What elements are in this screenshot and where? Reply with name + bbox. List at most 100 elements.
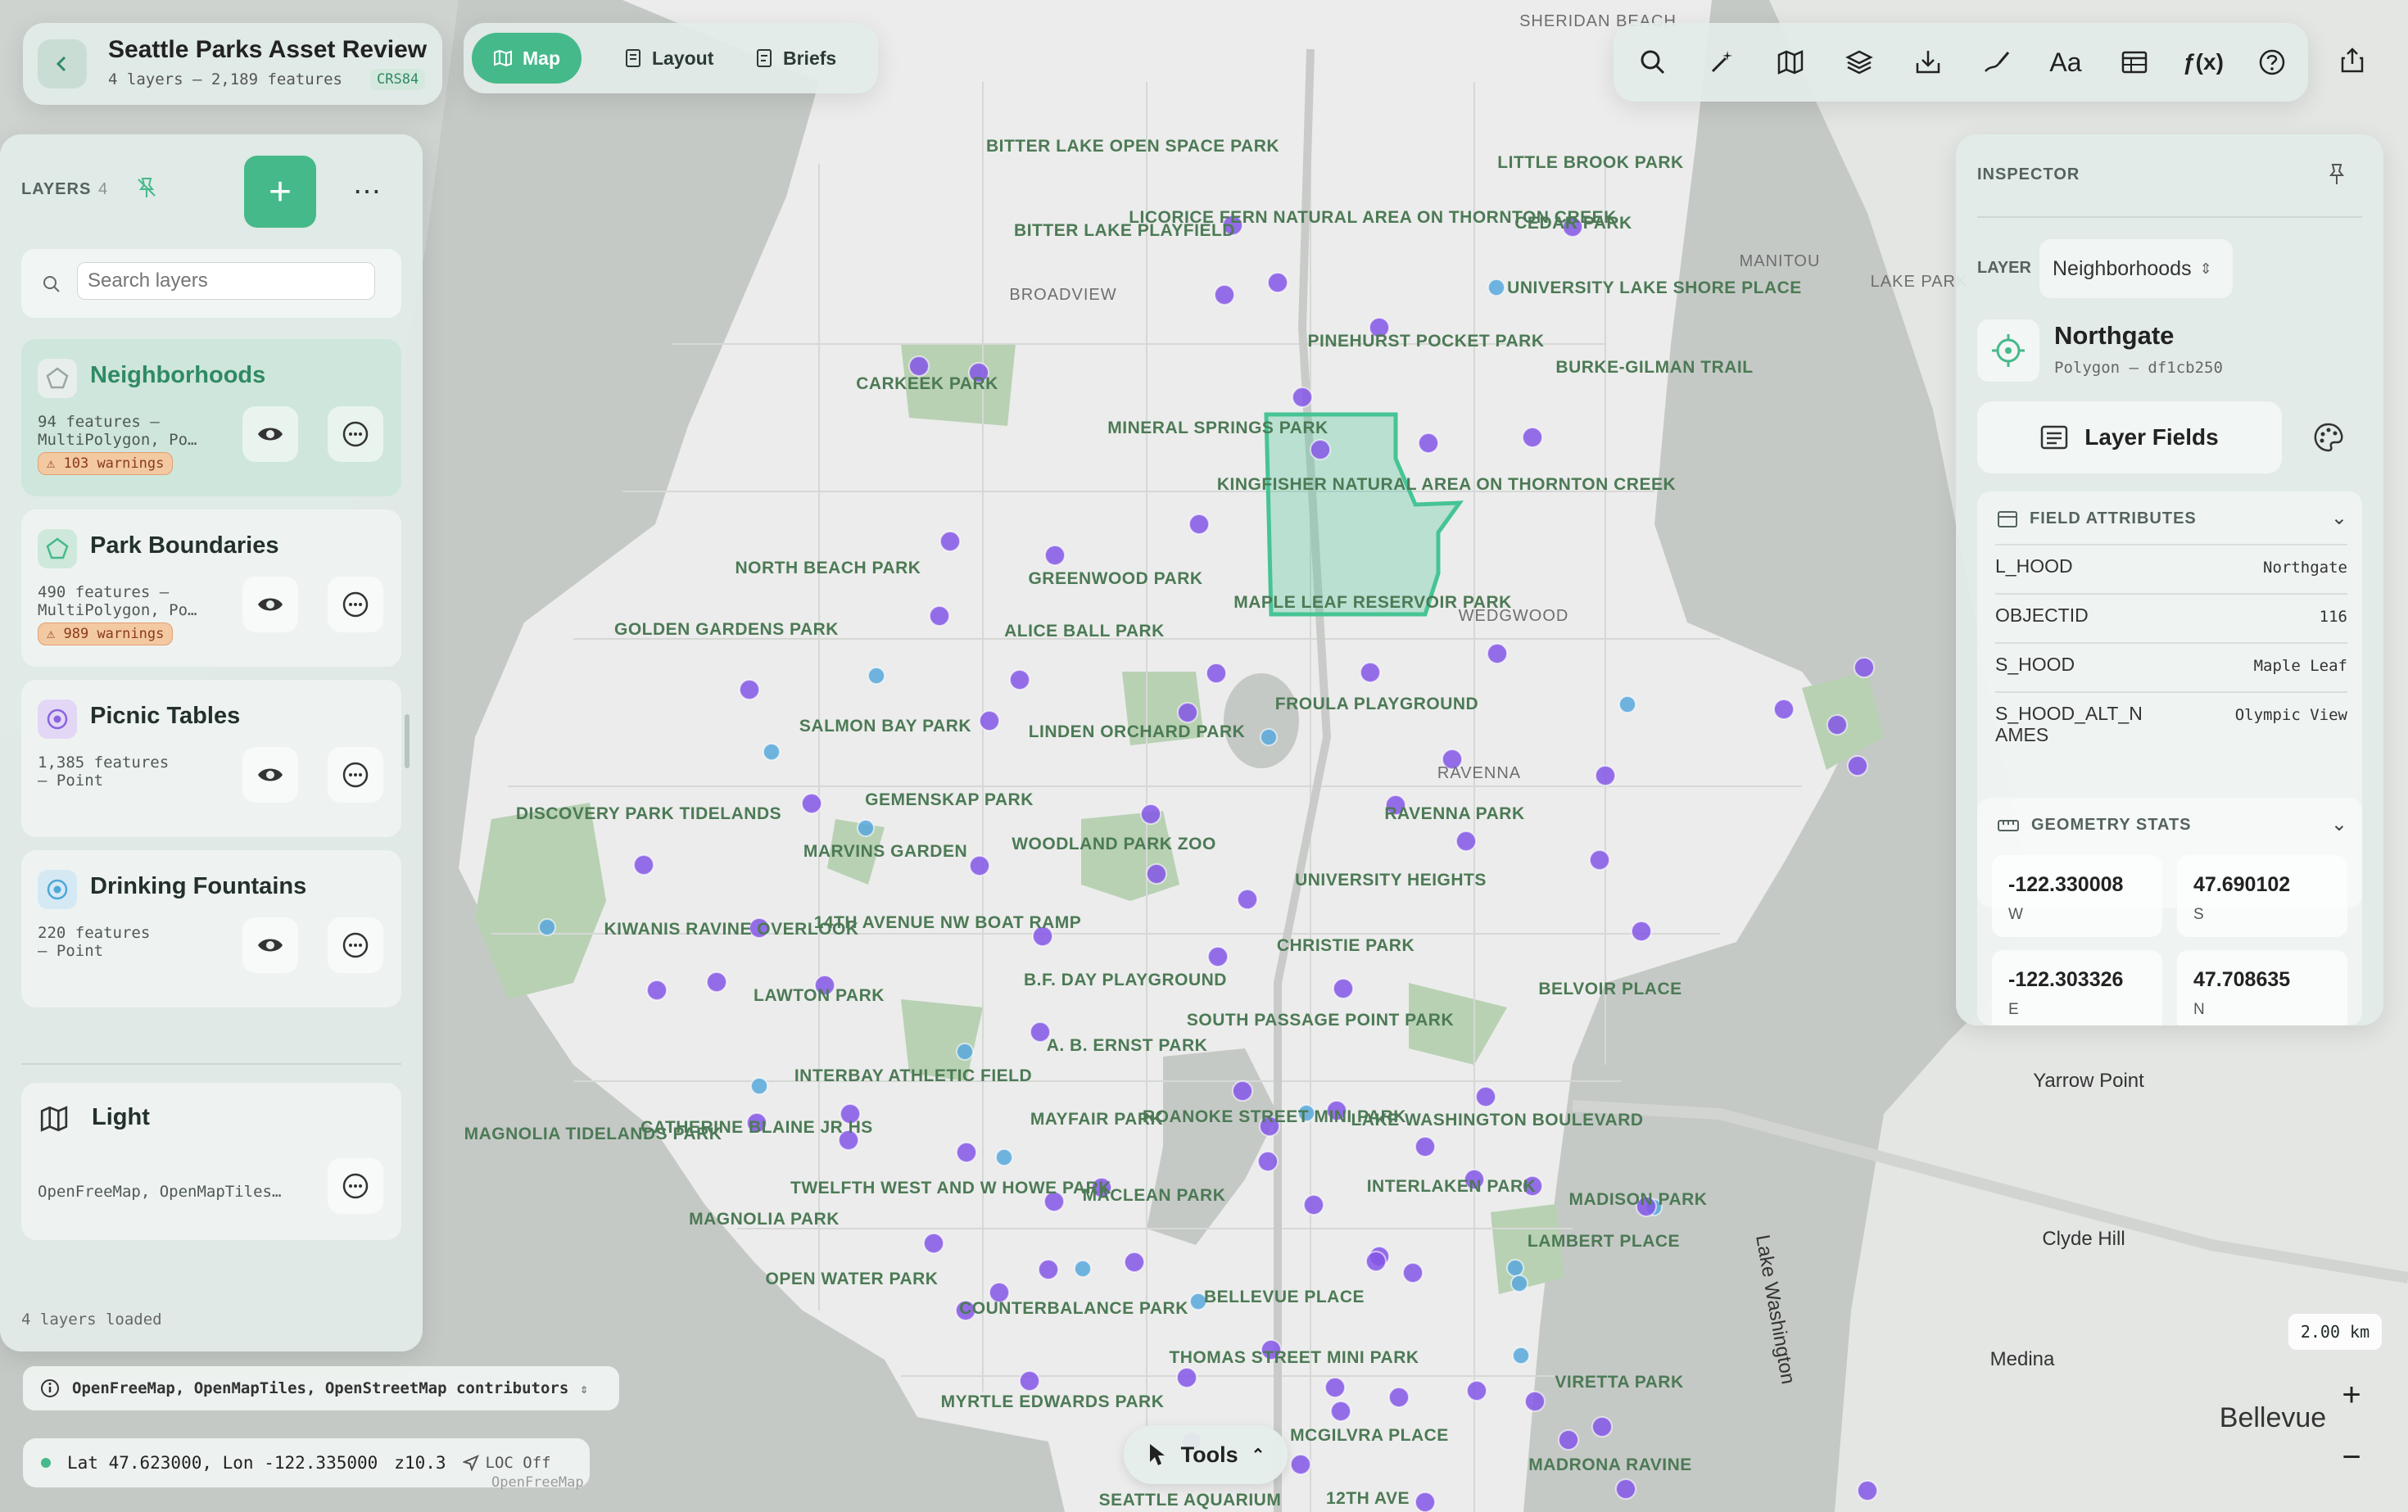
layer-select[interactable]: Neighborhoods ⇕ <box>2039 239 2233 298</box>
drinking-fountain-point[interactable] <box>956 1043 974 1061</box>
zoom-in-button[interactable]: + <box>2329 1373 2374 1417</box>
picnic-table-point[interactable] <box>1232 1080 1253 1102</box>
picnic-table-point[interactable] <box>1124 1252 1145 1273</box>
visibility-toggle[interactable] <box>242 917 298 973</box>
picnic-table-point[interactable] <box>1292 387 1313 408</box>
picnic-table-point[interactable] <box>1826 714 1848 736</box>
picnic-table-point[interactable] <box>1414 1136 1436 1157</box>
drinking-fountain-point[interactable] <box>538 918 556 936</box>
field-attributes-header[interactable]: FIELD ATTRIBUTES <box>1997 509 2197 528</box>
visibility-toggle[interactable] <box>242 406 298 462</box>
drinking-fountain-point[interactable] <box>857 819 875 837</box>
back-button[interactable] <box>38 39 87 88</box>
picnic-table-point[interactable] <box>1324 1377 1346 1398</box>
picnic-table-point[interactable] <box>908 355 930 377</box>
basemap-card[interactable]: Light OpenFreeMap, OpenMapTiles… <box>21 1083 401 1240</box>
picnic-table-point[interactable] <box>1207 946 1229 967</box>
picnic-table-point[interactable] <box>801 793 822 814</box>
picnic-table-point[interactable] <box>1009 669 1030 690</box>
picnic-table-point[interactable] <box>1402 1262 1424 1283</box>
layers-scrollbar[interactable] <box>405 714 410 768</box>
attribution-bar[interactable]: OpenFreeMap, OpenMapTiles, OpenStreetMap… <box>23 1366 619 1410</box>
layer-card-park-boundaries[interactable]: Park Boundaries 490 features – MultiPoly… <box>21 509 401 667</box>
picnic-table-point[interactable] <box>739 679 760 700</box>
basemap-button[interactable] <box>1766 38 1815 87</box>
layer-card-neighborhoods[interactable]: Neighborhoods 94 features – MultiPolygon… <box>21 339 401 496</box>
drinking-fountain-point[interactable] <box>1618 695 1636 713</box>
drinking-fountain-point[interactable] <box>995 1148 1013 1166</box>
picnic-table-point[interactable] <box>1524 1391 1546 1412</box>
draw-button[interactable] <box>1972 38 2021 87</box>
drinking-fountain-point[interactable] <box>763 743 781 761</box>
layer-card-drinking-fountains[interactable]: Drinking Fountains 220 features – Point <box>21 850 401 1007</box>
pin-panel-button[interactable] <box>134 175 159 204</box>
picnic-table-point[interactable] <box>929 605 950 627</box>
picnic-table-point[interactable] <box>706 971 727 993</box>
basemap-options-button[interactable] <box>328 1158 383 1214</box>
picnic-table-point[interactable] <box>1214 284 1235 306</box>
drinking-fountain-point[interactable] <box>1510 1274 1528 1292</box>
visibility-toggle[interactable] <box>242 577 298 632</box>
picnic-table-point[interactable] <box>1177 702 1198 723</box>
picnic-table-point[interactable] <box>1330 1401 1351 1422</box>
picnic-table-point[interactable] <box>1558 1429 1579 1451</box>
warning-badge[interactable]: ⚠ 103 warnings <box>38 452 174 475</box>
picnic-table-point[interactable] <box>1360 662 1381 683</box>
layers-more-button[interactable]: ⋯ <box>347 172 387 211</box>
drinking-fountain-point[interactable] <box>1074 1260 1092 1278</box>
picnic-table-point[interactable] <box>1140 804 1161 825</box>
picnic-table-point[interactable] <box>1267 272 1288 293</box>
pin-inspector-button[interactable] <box>2326 162 2347 191</box>
picnic-table-point[interactable] <box>1310 439 1331 460</box>
picnic-table-point[interactable] <box>1418 432 1439 454</box>
layer-options-button[interactable] <box>328 917 383 973</box>
picnic-table-point[interactable] <box>1455 831 1477 852</box>
picnic-table-point[interactable] <box>1388 1387 1410 1408</box>
layer-options-button[interactable] <box>328 577 383 632</box>
picnic-table-point[interactable] <box>646 980 668 1001</box>
picnic-table-point[interactable] <box>1365 1251 1387 1272</box>
picnic-table-point[interactable] <box>1044 545 1066 566</box>
share-button[interactable] <box>2328 36 2377 85</box>
picnic-table-point[interactable] <box>1615 1478 1636 1500</box>
tab-map[interactable]: Map <box>472 33 582 84</box>
tab-briefs[interactable]: Briefs <box>734 33 858 84</box>
picnic-table-point[interactable] <box>1019 1370 1040 1392</box>
chevron-down-icon[interactable]: ⌄ <box>2331 506 2347 530</box>
picnic-table-point[interactable] <box>1847 755 1868 776</box>
picnic-table-point[interactable] <box>956 1142 977 1163</box>
picnic-table-point[interactable] <box>1522 427 1543 448</box>
help-button[interactable] <box>2247 38 2297 87</box>
picnic-table-point[interactable] <box>1333 978 1354 999</box>
picnic-table-point[interactable] <box>1857 1480 1878 1501</box>
drinking-fountain-point[interactable] <box>1506 1259 1524 1277</box>
picnic-table-point[interactable] <box>1854 657 1875 678</box>
tab-layout[interactable]: Layout <box>603 33 735 84</box>
picnic-table-point[interactable] <box>1591 1416 1613 1437</box>
picnic-table-point[interactable] <box>1466 1380 1487 1401</box>
drinking-fountain-point[interactable] <box>750 1077 768 1095</box>
drinking-fountain-point[interactable] <box>867 667 885 685</box>
text-style-button[interactable]: Aa <box>2041 38 2090 87</box>
picnic-table-point[interactable] <box>1290 1454 1311 1475</box>
drinking-fountain-point[interactable] <box>1260 728 1278 746</box>
picnic-table-point[interactable] <box>1206 663 1227 684</box>
search-layers-input[interactable] <box>77 262 375 300</box>
picnic-table-point[interactable] <box>939 531 961 552</box>
picnic-table-point[interactable] <box>923 1233 944 1254</box>
layer-options-button[interactable] <box>328 747 383 803</box>
add-layer-button[interactable]: + <box>244 156 316 228</box>
visibility-toggle[interactable] <box>242 747 298 803</box>
tools-button[interactable]: Tools ⌃ <box>1124 1425 1288 1484</box>
layers-button[interactable] <box>1835 38 1884 87</box>
picnic-table-point[interactable] <box>979 710 1000 731</box>
drinking-fountain-point[interactable] <box>1512 1347 1530 1365</box>
layer-card-picnic-tables[interactable]: Picnic Tables 1,385 features – Point <box>21 680 401 837</box>
layer-options-button[interactable] <box>328 406 383 462</box>
picnic-table-point[interactable] <box>1038 1259 1059 1280</box>
layer-fields-button[interactable]: Layer Fields <box>1977 401 2282 473</box>
picnic-table-point[interactable] <box>1631 921 1652 942</box>
search-button[interactable] <box>1628 38 1677 87</box>
import-button[interactable] <box>1903 38 1953 87</box>
drinking-fountain-point[interactable] <box>1487 278 1505 297</box>
